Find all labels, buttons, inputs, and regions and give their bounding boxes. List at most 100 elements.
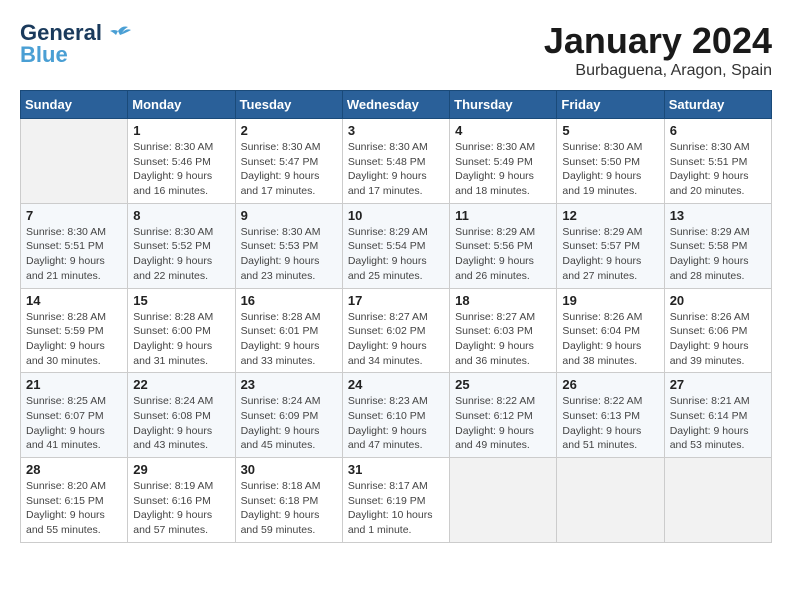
day-number: 30	[241, 462, 337, 477]
day-number: 1	[133, 123, 229, 138]
calendar-table: SundayMondayTuesdayWednesdayThursdayFrid…	[20, 90, 772, 543]
day-info: Sunrise: 8:20 AMSunset: 6:15 PMDaylight:…	[26, 479, 122, 538]
calendar-cell: 1Sunrise: 8:30 AMSunset: 5:46 PMDaylight…	[128, 119, 235, 204]
calendar-cell: 10Sunrise: 8:29 AMSunset: 5:54 PMDayligh…	[342, 203, 449, 288]
day-info: Sunrise: 8:19 AMSunset: 6:16 PMDaylight:…	[133, 479, 229, 538]
calendar-week-5: 28 Sunrise: 8:20 AMSunset: 6:15 PMDayligh…	[21, 458, 772, 543]
day-number: 4	[455, 123, 551, 138]
day-number: 13	[670, 208, 766, 223]
day-info: Sunrise: 8:29 AMSunset: 5:58 PMDaylight:…	[670, 225, 766, 284]
day-number: 15	[133, 293, 229, 308]
calendar-cell: 22Sunrise: 8:24 AMSunset: 6:08 PMDayligh…	[128, 373, 235, 458]
weekday-header-monday: Monday	[128, 91, 235, 119]
calendar-cell: 14 Sunrise: 8:28 AMSunset: 5:59 PMDayligh…	[21, 288, 128, 373]
calendar-cell: 16 Sunrise: 8:28 AMSunset: 6:01 PMDayligh…	[235, 288, 342, 373]
calendar-cell: 29 Sunrise: 8:19 AMSunset: 6:16 PMDayligh…	[128, 458, 235, 543]
day-number: 23	[241, 377, 337, 392]
calendar-cell	[450, 458, 557, 543]
day-number: 25	[455, 377, 551, 392]
calendar-cell: 26Sunrise: 8:22 AMSunset: 6:13 PMDayligh…	[557, 373, 664, 458]
day-number: 27	[670, 377, 766, 392]
calendar-cell: 11 Sunrise: 8:29 AMSunset: 5:56 PMDayligh…	[450, 203, 557, 288]
day-number: 11	[455, 208, 551, 223]
calendar-cell: 24Sunrise: 8:23 AMSunset: 6:10 PMDayligh…	[342, 373, 449, 458]
calendar-week-3: 14 Sunrise: 8:28 AMSunset: 5:59 PMDayligh…	[21, 288, 772, 373]
calendar-cell: 25 Sunrise: 8:22 AMSunset: 6:12 PMDayligh…	[450, 373, 557, 458]
logo-blue: Blue	[20, 42, 68, 68]
day-number: 29	[133, 462, 229, 477]
day-info: Sunrise: 8:27 AMSunset: 6:02 PMDaylight:…	[348, 310, 444, 369]
calendar-cell: 23Sunrise: 8:24 AMSunset: 6:09 PMDayligh…	[235, 373, 342, 458]
day-number: 3	[348, 123, 444, 138]
day-info: Sunrise: 8:27 AMSunset: 6:03 PMDaylight:…	[455, 310, 551, 369]
calendar-cell: 6 Sunrise: 8:30 AMSunset: 5:51 PMDaylight…	[664, 119, 771, 204]
weekday-header-row: SundayMondayTuesdayWednesdayThursdayFrid…	[21, 91, 772, 119]
month-title: January 2024	[544, 20, 772, 62]
day-info: Sunrise: 8:30 AMSunset: 5:47 PMDaylight:…	[241, 140, 337, 199]
day-number: 5	[562, 123, 658, 138]
day-number: 26	[562, 377, 658, 392]
calendar-cell: 18 Sunrise: 8:27 AMSunset: 6:03 PMDayligh…	[450, 288, 557, 373]
day-info: Sunrise: 8:30 AMSunset: 5:48 PMDaylight:…	[348, 140, 444, 199]
day-info: Sunrise: 8:28 AMSunset: 6:01 PMDaylight:…	[241, 310, 337, 369]
day-info: Sunrise: 8:30 AMSunset: 5:51 PMDaylight:…	[26, 225, 122, 284]
location: Burbaguena, Aragon, Spain	[544, 62, 772, 80]
calendar-cell: 7 Sunrise: 8:30 AMSunset: 5:51 PMDaylight…	[21, 203, 128, 288]
day-number: 7	[26, 208, 122, 223]
calendar-cell: 13 Sunrise: 8:29 AMSunset: 5:58 PMDayligh…	[664, 203, 771, 288]
calendar-cell: 30 Sunrise: 8:18 AMSunset: 6:18 PMDayligh…	[235, 458, 342, 543]
day-info: Sunrise: 8:17 AMSunset: 6:19 PMDaylight:…	[348, 479, 444, 538]
calendar-cell	[21, 119, 128, 204]
calendar-cell: 17 Sunrise: 8:27 AMSunset: 6:02 PMDayligh…	[342, 288, 449, 373]
logo-bird-icon	[104, 23, 132, 43]
day-number: 18	[455, 293, 551, 308]
calendar-cell: 31 Sunrise: 8:17 AMSunset: 6:19 PMDayligh…	[342, 458, 449, 543]
day-number: 14	[26, 293, 122, 308]
calendar-cell	[557, 458, 664, 543]
day-number: 31	[348, 462, 444, 477]
weekday-header-thursday: Thursday	[450, 91, 557, 119]
calendar-cell: 21Sunrise: 8:25 AMSunset: 6:07 PMDayligh…	[21, 373, 128, 458]
day-number: 8	[133, 208, 229, 223]
day-number: 12	[562, 208, 658, 223]
day-info: Sunrise: 8:28 AMSunset: 6:00 PMDaylight:…	[133, 310, 229, 369]
weekday-header-friday: Friday	[557, 91, 664, 119]
day-info: Sunrise: 8:30 AMSunset: 5:49 PMDaylight:…	[455, 140, 551, 199]
day-info: Sunrise: 8:30 AMSunset: 5:52 PMDaylight:…	[133, 225, 229, 284]
day-info: Sunrise: 8:26 AMSunset: 6:04 PMDaylight:…	[562, 310, 658, 369]
calendar-week-1: 1Sunrise: 8:30 AMSunset: 5:46 PMDaylight…	[21, 119, 772, 204]
weekday-header-tuesday: Tuesday	[235, 91, 342, 119]
day-info: Sunrise: 8:22 AMSunset: 6:12 PMDaylight:…	[455, 394, 551, 453]
calendar-cell: 15 Sunrise: 8:28 AMSunset: 6:00 PMDayligh…	[128, 288, 235, 373]
day-number: 28	[26, 462, 122, 477]
day-info: Sunrise: 8:18 AMSunset: 6:18 PMDaylight:…	[241, 479, 337, 538]
day-info: Sunrise: 8:29 AMSunset: 5:57 PMDaylight:…	[562, 225, 658, 284]
calendar-cell: 9Sunrise: 8:30 AMSunset: 5:53 PMDaylight…	[235, 203, 342, 288]
day-info: Sunrise: 8:28 AMSunset: 5:59 PMDaylight:…	[26, 310, 122, 369]
weekday-header-wednesday: Wednesday	[342, 91, 449, 119]
calendar-cell: 12 Sunrise: 8:29 AMSunset: 5:57 PMDayligh…	[557, 203, 664, 288]
day-number: 6	[670, 123, 766, 138]
calendar-cell: 2 Sunrise: 8:30 AMSunset: 5:47 PMDaylight…	[235, 119, 342, 204]
calendar-week-4: 21Sunrise: 8:25 AMSunset: 6:07 PMDayligh…	[21, 373, 772, 458]
calendar-cell: 27 Sunrise: 8:21 AMSunset: 6:14 PMDayligh…	[664, 373, 771, 458]
calendar-week-2: 7 Sunrise: 8:30 AMSunset: 5:51 PMDaylight…	[21, 203, 772, 288]
day-info: Sunrise: 8:26 AMSunset: 6:06 PMDaylight:…	[670, 310, 766, 369]
calendar-cell: 28 Sunrise: 8:20 AMSunset: 6:15 PMDayligh…	[21, 458, 128, 543]
weekday-header-sunday: Sunday	[21, 91, 128, 119]
day-number: 9	[241, 208, 337, 223]
title-block: January 2024 Burbaguena, Aragon, Spain	[544, 20, 772, 80]
day-number: 2	[241, 123, 337, 138]
day-info: Sunrise: 8:24 AMSunset: 6:08 PMDaylight:…	[133, 394, 229, 453]
day-number: 17	[348, 293, 444, 308]
day-info: Sunrise: 8:30 AMSunset: 5:51 PMDaylight:…	[670, 140, 766, 199]
day-number: 16	[241, 293, 337, 308]
day-info: Sunrise: 8:29 AMSunset: 5:56 PMDaylight:…	[455, 225, 551, 284]
day-info: Sunrise: 8:21 AMSunset: 6:14 PMDaylight:…	[670, 394, 766, 453]
day-number: 24	[348, 377, 444, 392]
calendar-cell: 5 Sunrise: 8:30 AMSunset: 5:50 PMDaylight…	[557, 119, 664, 204]
calendar-cell: 19Sunrise: 8:26 AMSunset: 6:04 PMDayligh…	[557, 288, 664, 373]
day-info: Sunrise: 8:30 AMSunset: 5:50 PMDaylight:…	[562, 140, 658, 199]
day-number: 10	[348, 208, 444, 223]
day-number: 21	[26, 377, 122, 392]
